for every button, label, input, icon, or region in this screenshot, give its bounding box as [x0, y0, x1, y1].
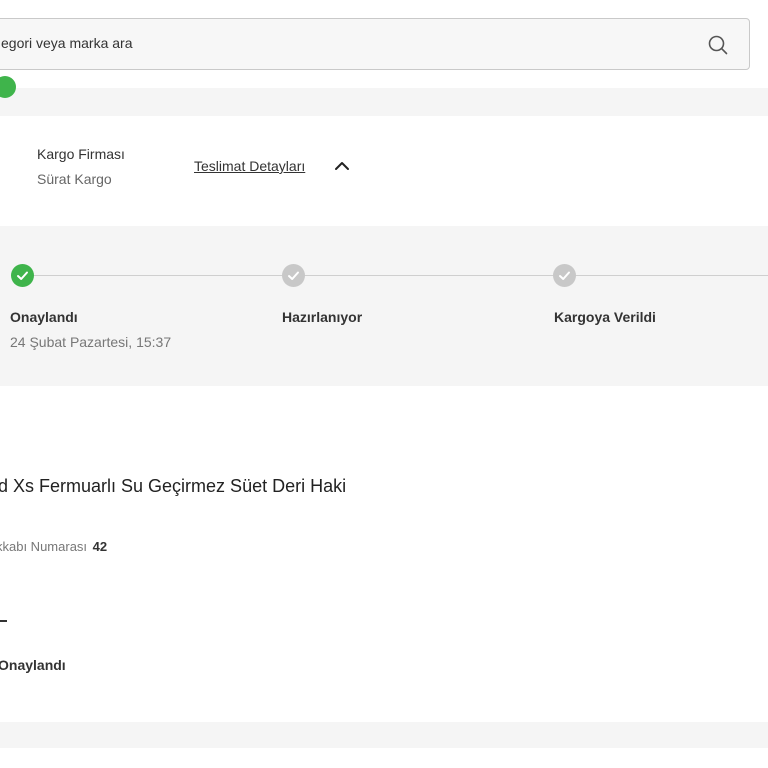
bottom-band — [0, 722, 768, 748]
step-label-approved: Onaylandı — [10, 309, 78, 325]
progress-line — [22, 275, 768, 276]
tracking-steps: Onaylandı 24 Şubat Pazartesi, 15:37 Hazı… — [0, 226, 768, 386]
search-header: egori veya marka ara — [0, 0, 768, 88]
cargo-section: Kargo Firması Sürat Kargo Teslimat Detay… — [0, 116, 768, 226]
shoe-size-label: kkabı Numarası — [0, 539, 88, 554]
step-label-preparing: Hazırlanıyor — [282, 309, 363, 325]
product-status: Onaylandı — [0, 657, 66, 673]
shoe-size-value: 42 — [92, 539, 108, 554]
check-circle-icon — [0, 76, 16, 98]
search-placeholder: egori veya marka ara — [1, 35, 133, 51]
product-section: d Xs Fermuarlı Su Geçirmez Süet Deri Hak… — [0, 386, 768, 722]
step-label-shipped: Kargoya Verildi — [554, 309, 656, 325]
status-band — [0, 76, 768, 116]
step-done-check-icon — [11, 264, 34, 287]
cargo-company-name: Sürat Kargo — [37, 171, 112, 187]
step-date-approved: 24 Şubat Pazartesi, 15:37 — [10, 334, 172, 350]
search-icon[interactable] — [707, 34, 729, 56]
step-pending-check-icon — [553, 264, 576, 287]
delivery-details-link[interactable]: Teslimat Detayları — [194, 158, 305, 174]
search-input[interactable]: egori veya marka ara — [0, 18, 750, 70]
step-pending-check-icon — [282, 264, 305, 287]
order-detail-page: egori veya marka ara Kargo Firması Sürat… — [0, 0, 768, 768]
shoe-size-row: kkabı Numarası 42 — [0, 539, 107, 554]
chevron-up-icon[interactable] — [334, 158, 350, 174]
cargo-company-label: Kargo Firması — [37, 146, 125, 162]
product-name[interactable]: d Xs Fermuarlı Su Geçirmez Süet Deri Hak… — [0, 476, 346, 497]
footer-area — [0, 748, 768, 768]
divider-mark — [0, 620, 7, 622]
